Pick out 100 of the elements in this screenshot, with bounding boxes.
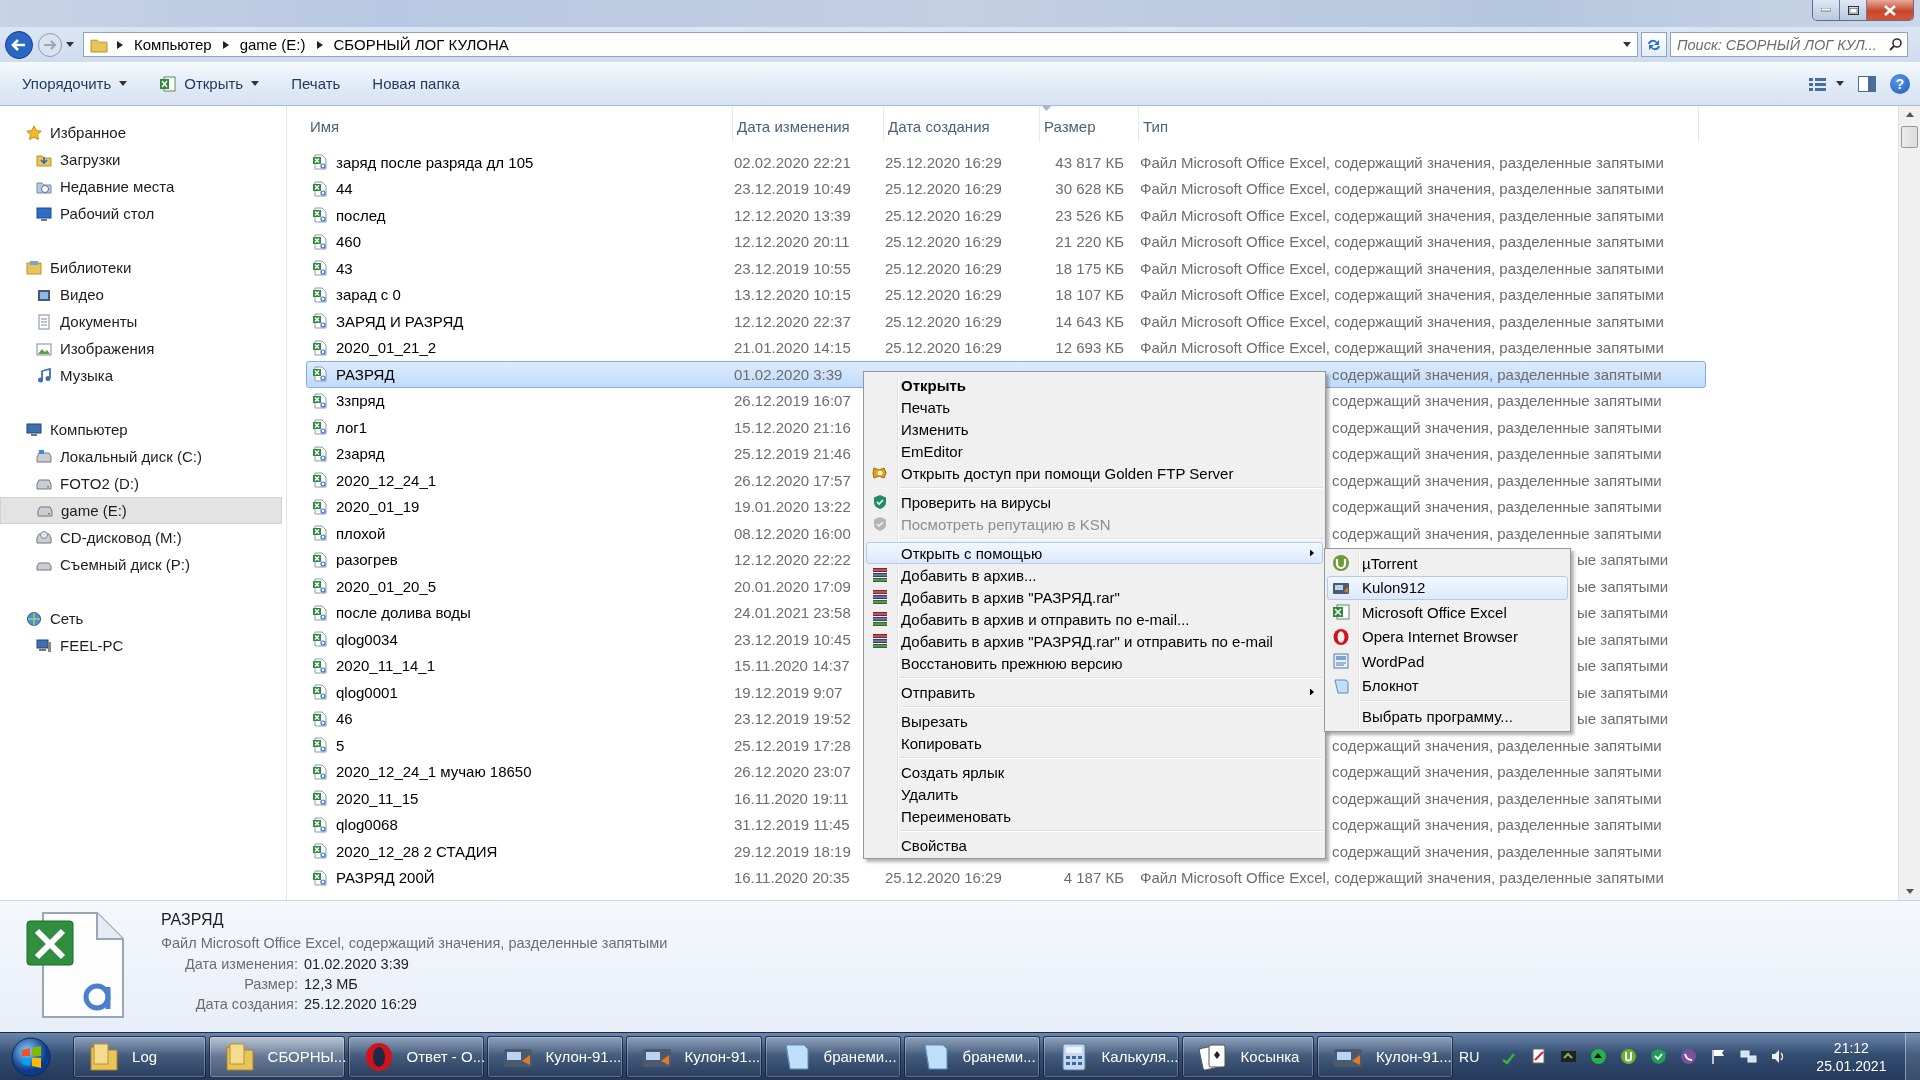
file-name: разогрев [336,551,398,569]
file-type: содержащий значения, разделенные запятыми [1332,763,1662,781]
date-modified: 02.02.2020 22:21 [734,153,851,171]
property-value: 12,3 МБ [304,976,359,992]
file-type: содержащий значения, разделенные запятыми [1332,524,1662,542]
file-size: 21 220 КБ [1054,233,1125,251]
file-name: после долива воды [336,604,471,622]
file-size: 30 628 КБ [1054,180,1125,198]
file-type: Файл Microsoft Office Excel, содержащий значения, разделенные запятыми [161,935,668,951]
date-modified: 25.12.2019 21:46 [734,445,851,463]
date-modified: 23.12.2019 10:55 [734,259,851,277]
property-value: 25.12.2020 16:29 [304,996,418,1012]
file-type: Файл Microsoft Office Excel, содержащий значения, разделенные запятыми [1140,206,1664,224]
file-type: ые запятыми [1577,630,1669,648]
file-name: 2020_11_14_1 [336,657,435,675]
date-created: 25.12.2020 16:29 [885,286,1003,304]
file-type: Файл Microsoft Office Excel, содержащий значения, разделенные запятыми [1140,180,1664,198]
date-modified: 21.01.2020 14:15 [734,339,851,357]
file-type: содержащий значения, разделенные запятыми [1332,365,1662,383]
date-modified: 08.12.2020 16:00 [734,524,851,542]
file-type: Файл Microsoft Office Excel, содержащий значения, разделенные запятыми [1140,153,1664,171]
file-type: Файл Microsoft Office Excel, содержащий значения, разделенные запятыми [1140,869,1664,887]
file-name: зарад с 0 [336,286,401,304]
file-name: лог1 [336,418,368,436]
file-type: содержащий значения, разделенные запятыми [1332,816,1662,834]
file-type: содержащий значения, разделенные запятыми [1332,471,1662,489]
date-modified: 26.12.2019 16:07 [734,392,851,410]
file-name: 2020_12_24_1 мучаю 18650 [336,763,532,781]
file-name: РАЗРЯД [161,911,225,929]
property-label: Размер: [243,976,298,992]
date-created: 25.12.2020 16:29 [885,312,1003,330]
date-modified: 29.12.2019 18:19 [734,842,851,860]
date-modified: 19.12.2019 9:07 [734,683,843,701]
date-modified: 16.11.2020 19:11 [734,789,849,807]
file-type: содержащий значения, разделенные запятыми [1332,498,1662,516]
date-modified: 15.11.2020 14:37 [734,657,850,675]
date-modified: 26.12.2020 23:07 [734,763,851,781]
file-type: содержащий значения, разделенные запятыми [1332,445,1662,463]
file-name: ЗАРЯД И РАЗРЯД [336,312,464,330]
date-modified: 01.02.2020 3:39 [734,365,843,383]
date-modified: 12.12.2020 13:39 [734,206,851,224]
date-modified: 15.12.2020 21:16 [734,418,851,436]
date-modified: 25.12.2019 17:28 [734,736,851,754]
file-name: РАЗРЯД 200Й [336,869,435,887]
file-name: 43 [336,259,353,277]
file-type: ые запятыми [1577,710,1669,728]
date-created: 25.12.2020 16:29 [885,339,1003,357]
file-name: заряд после разряда дл 105 [336,153,534,171]
date-modified: 26.12.2020 17:57 [734,471,851,489]
date-created: 25.12.2020 16:29 [885,153,1003,171]
date-modified: 24.01.2021 23:58 [734,604,851,622]
file-type: Файл Microsoft Office Excel, содержащий значения, разделенные запятыми [1140,233,1664,251]
file-type: Файл Microsoft Office Excel, содержащий значения, разделенные запятыми [1140,339,1664,357]
file-name: 2020_01_19 [336,498,420,516]
file-type: содержащий значения, разделенные запятыми [1332,736,1662,754]
file-type: ые запятыми [1577,604,1669,622]
date-created: 25.12.2020 16:29 [885,869,1003,887]
file-name: РАЗРЯД [336,365,395,383]
file-size: 23 526 КБ [1054,206,1125,224]
file-type: содержащий значения, разделенные запятыми [1332,789,1662,807]
file-name: 2020_12_28 2 СТАДИЯ [336,842,498,860]
file-type: Файл Microsoft Office Excel, содержащий значения, разделенные запятыми [1140,259,1664,277]
date-modified: 13.12.2020 10:15 [734,286,851,304]
file-name: 5 [336,736,345,754]
date-created: 25.12.2020 16:29 [885,233,1003,251]
file-type: ые запятыми [1577,577,1669,595]
file-name: 2заряд [336,445,385,463]
date-modified: 19.01.2020 13:22 [734,498,851,516]
file-name: 3зпряд [336,392,385,410]
file-type: Файл Microsoft Office Excel, содержащий значения, разделенные запятыми [1140,286,1664,304]
date-modified: 31.12.2019 11:45 [734,816,850,834]
property-value: 01.02.2020 3:39 [304,956,410,972]
file-name: qlog0068 [336,816,398,834]
file-type: ые запятыми [1577,683,1669,701]
file-name: 2020_01_21_2 [336,339,437,357]
date-modified: 12.12.2020 20:11 [734,233,850,251]
date-modified: 16.11.2020 20:35 [734,869,850,887]
file-type: содержащий значения, разделенные запятыми [1332,418,1662,436]
file-name: qlog0001 [336,683,398,701]
file-name: 2020_12_24_1 [336,471,437,489]
file-type: ые запятыми [1577,657,1669,675]
file-size: 18 107 КБ [1054,286,1125,304]
file-name: плохой [336,524,386,542]
property-label: Дата изменения: [184,956,298,972]
date-modified: 20.01.2020 17:09 [734,577,851,595]
date-modified: 23.12.2019 19:52 [734,710,851,728]
file-name: 46 [336,710,353,728]
file-size: 18 175 КБ [1054,259,1125,277]
file-type: Файл Microsoft Office Excel, содержащий значения, разделенные запятыми [1140,312,1664,330]
date-modified: 12.12.2020 22:22 [734,551,851,569]
property-label: Дата создания: [194,996,298,1012]
file-name: послед [336,206,386,224]
file-name: 2020_01_20_5 [336,577,437,595]
file-size: 43 817 КБ [1054,153,1125,171]
file-size: 4 187 КБ [1062,869,1125,887]
file-type: содержащий значения, разделенные запятыми [1332,392,1662,410]
file-name: 460 [336,233,362,251]
file-type: содержащий значения, разделенные запятыми [1332,842,1662,860]
date-created: 25.12.2020 16:29 [885,206,1003,224]
file-size: 14 643 КБ [1054,312,1125,330]
